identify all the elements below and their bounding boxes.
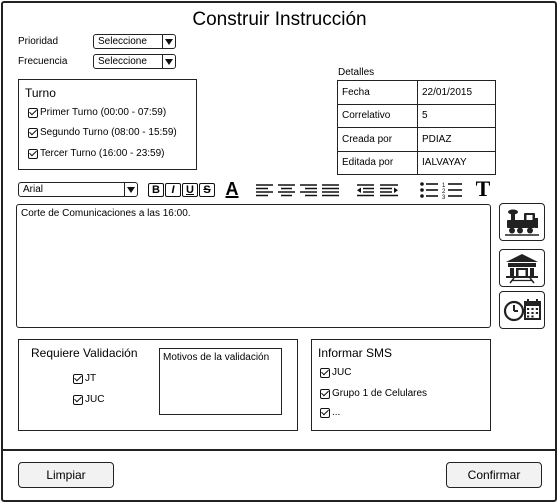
outdent-icon[interactable] bbox=[357, 184, 374, 197]
checkbox-checked-icon bbox=[28, 148, 38, 159]
motivos-label: Motivos de la validación bbox=[163, 352, 270, 363]
editor-text: Corte de Comunicaciones a las 16:00. bbox=[21, 208, 191, 219]
frecuencia-label: Frecuencia bbox=[18, 56, 68, 67]
prioridad-select[interactable]: Seleccione bbox=[93, 34, 176, 49]
turno-option-2[interactable]: Segundo Turno (08:00 - 15:59) bbox=[28, 127, 177, 138]
font-value: Arial bbox=[23, 184, 44, 195]
turno-option-1[interactable]: Primer Turno (00:00 - 07:59) bbox=[28, 107, 166, 118]
checkbox-checked-icon bbox=[320, 367, 330, 378]
bold-button[interactable]: B bbox=[148, 183, 164, 197]
frecuencia-select[interactable]: Seleccione bbox=[93, 54, 176, 69]
validacion-option-jt[interactable]: JT bbox=[73, 373, 96, 384]
footer-divider bbox=[1, 449, 557, 451]
detail-value: 5 bbox=[417, 103, 496, 128]
detail-key: Creada por bbox=[337, 127, 418, 152]
turno-panel: Turno Primer Turno (00:00 - 07:59) Segun… bbox=[18, 79, 197, 170]
schedule-icon bbox=[503, 299, 541, 322]
clear-button[interactable]: Limpiar bbox=[18, 462, 114, 488]
checkbox-checked-icon bbox=[73, 373, 83, 384]
alignment-icons bbox=[256, 184, 339, 197]
checkbox-checked-icon bbox=[320, 407, 330, 418]
align-right-icon[interactable] bbox=[300, 184, 317, 197]
sms-option-label: ... bbox=[332, 407, 341, 418]
checkbox-checked-icon bbox=[73, 394, 83, 405]
font-select[interactable]: Arial bbox=[18, 182, 138, 197]
detail-key: Editada por bbox=[337, 150, 418, 175]
detail-key: Fecha bbox=[337, 80, 418, 105]
table-row: Correlativo 5 bbox=[337, 103, 496, 128]
validacion-title: Requiere Validación bbox=[31, 346, 138, 360]
turno-option-label: Segundo Turno (08:00 - 15:59) bbox=[40, 127, 177, 138]
font-color-button[interactable]: A bbox=[223, 179, 241, 199]
bulleted-list-icon[interactable] bbox=[420, 182, 438, 198]
indent-icon[interactable] bbox=[380, 184, 398, 197]
prioridad-label: Prioridad bbox=[18, 36, 59, 47]
strikethrough-button[interactable]: S bbox=[199, 183, 215, 197]
underline-button[interactable]: U bbox=[182, 183, 198, 197]
detalles-title: Detalles bbox=[338, 67, 375, 78]
align-center-icon[interactable] bbox=[278, 184, 295, 197]
detail-value: PDIAZ bbox=[417, 127, 496, 152]
checkbox-checked-icon bbox=[320, 388, 330, 399]
chevron-down-icon bbox=[124, 183, 137, 196]
station-icon bbox=[506, 254, 538, 284]
svg-text:3: 3 bbox=[442, 195, 446, 199]
detalles-table: Fecha 22/01/2015 Correlativo 5 Creada po… bbox=[337, 80, 496, 175]
prioridad-value: Seleccione bbox=[98, 36, 147, 47]
validacion-option-label: JT bbox=[85, 373, 97, 384]
checkbox-checked-icon bbox=[28, 107, 38, 118]
turno-option-3[interactable]: Tercer Turno (16:00 - 23:59) bbox=[28, 148, 165, 159]
table-row: Fecha 22/01/2015 bbox=[337, 80, 496, 105]
turno-option-label: Tercer Turno (16:00 - 23:59) bbox=[40, 148, 165, 159]
align-justify-icon[interactable] bbox=[322, 184, 339, 197]
confirm-button[interactable]: Confirmar bbox=[446, 462, 542, 488]
sms-panel: Informar SMS JUC Grupo 1 de Celulares ..… bbox=[311, 339, 491, 431]
instruction-editor[interactable]: Corte de Comunicaciones a las 16:00. bbox=[16, 204, 491, 328]
table-row: Editada por IALVAYAY bbox=[337, 150, 496, 175]
validacion-option-label: JUC bbox=[85, 394, 105, 405]
chevron-down-icon bbox=[162, 55, 175, 68]
sms-option-label: Grupo 1 de Celulares bbox=[332, 388, 428, 399]
align-left-icon[interactable] bbox=[256, 184, 273, 197]
detail-value: IALVAYAY bbox=[417, 150, 496, 175]
sms-option-juc[interactable]: JUC bbox=[320, 367, 351, 378]
train-button[interactable] bbox=[499, 203, 545, 241]
numbered-list-icon[interactable]: 1 2 3 bbox=[442, 183, 462, 199]
indent-icons bbox=[357, 184, 398, 197]
page-title: Construir Instrucción bbox=[192, 9, 367, 30]
turno-option-label: Primer Turno (00:00 - 07:59) bbox=[40, 107, 167, 118]
text-size-button[interactable]: T bbox=[473, 176, 493, 201]
motivos-textarea[interactable]: Motivos de la validación bbox=[159, 348, 282, 415]
schedule-button[interactable] bbox=[499, 291, 545, 329]
sms-option-more[interactable]: ... bbox=[320, 407, 340, 418]
list-icons: 1 2 3 bbox=[420, 182, 462, 199]
validacion-option-juc[interactable]: JUC bbox=[73, 394, 104, 405]
detail-key: Correlativo bbox=[337, 103, 418, 128]
sms-option-label: JUC bbox=[332, 367, 352, 378]
table-row: Creada por PDIAZ bbox=[337, 127, 496, 152]
checkbox-checked-icon bbox=[28, 127, 38, 138]
detail-value: 22/01/2015 bbox=[417, 80, 496, 105]
frecuencia-value: Seleccione bbox=[98, 56, 147, 67]
turno-title: Turno bbox=[25, 86, 56, 100]
sms-title: Informar SMS bbox=[318, 346, 393, 360]
station-button[interactable] bbox=[499, 249, 545, 287]
train-icon bbox=[505, 209, 539, 236]
sms-option-grupo[interactable]: Grupo 1 de Celulares bbox=[320, 388, 427, 399]
chevron-down-icon bbox=[162, 35, 175, 48]
italic-button[interactable]: I bbox=[165, 183, 181, 197]
